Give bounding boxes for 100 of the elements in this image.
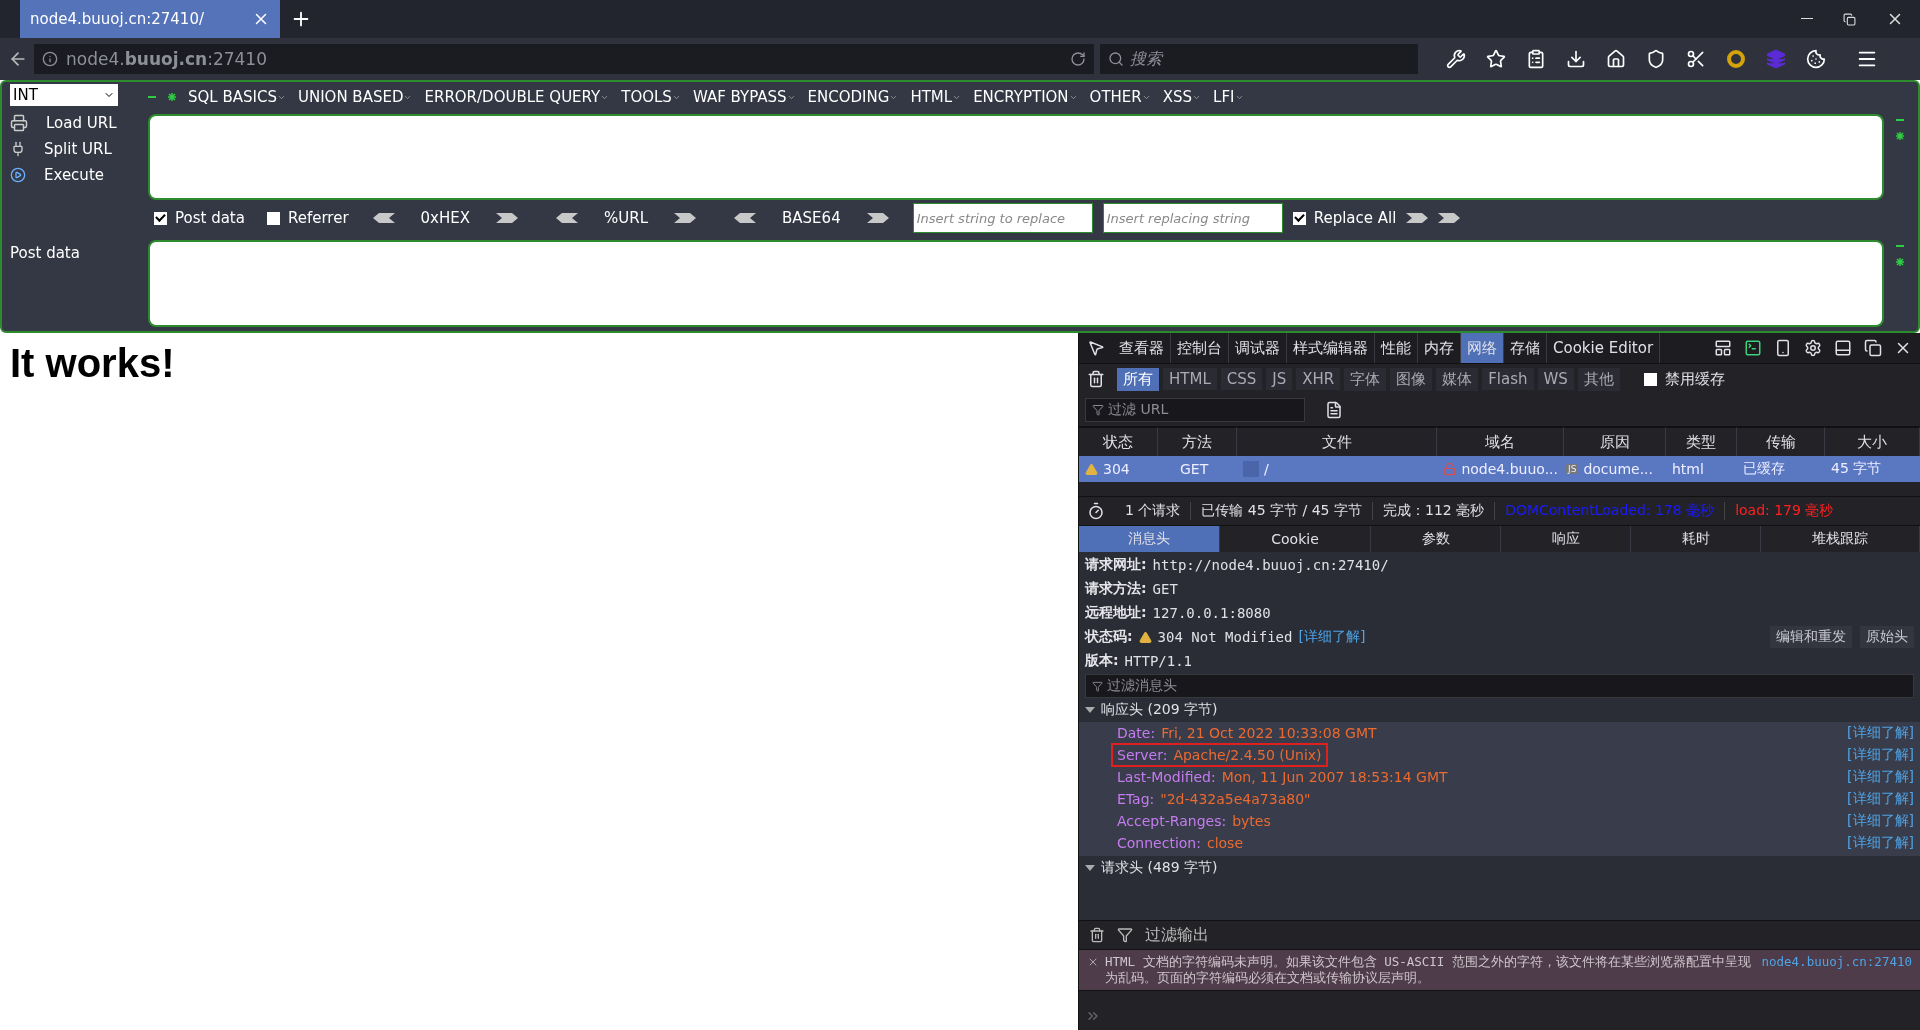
- column-header[interactable]: 方法: [1158, 427, 1237, 456]
- trash-icon[interactable]: [1089, 927, 1105, 943]
- hackbar-menu[interactable]: OTHER: [1089, 88, 1151, 106]
- scissors-icon[interactable]: [1686, 49, 1706, 69]
- type-filter[interactable]: XHR: [1296, 368, 1341, 390]
- header-filter-field[interactable]: 过滤消息头: [1085, 674, 1914, 698]
- column-header[interactable]: 状态: [1079, 427, 1158, 456]
- star-icon[interactable]: [1486, 49, 1506, 69]
- source-link[interactable]: node4.buuoj.cn:27410: [1761, 954, 1912, 986]
- section-title[interactable]: 请求头 (489 字节): [1101, 859, 1218, 877]
- cookie-icon[interactable]: [1806, 49, 1826, 69]
- checkbox[interactable]: [1292, 211, 1306, 225]
- action-link[interactable]: Split URL: [44, 140, 112, 158]
- right-arrow-icon[interactable]: [674, 213, 697, 223]
- learn-more-link[interactable]: [详细了解]: [1847, 790, 1914, 808]
- info-icon[interactable]: [42, 51, 58, 67]
- restore-icon[interactable]: [1843, 12, 1856, 26]
- right-arrow-icon[interactable]: [1406, 213, 1429, 223]
- detail-tab[interactable]: 消息头: [1079, 526, 1220, 552]
- window-icon[interactable]: [1864, 339, 1882, 357]
- minus-icon[interactable]: [1896, 116, 1904, 124]
- left-arrow-icon[interactable]: [734, 213, 757, 223]
- column-header[interactable]: 文件: [1237, 427, 1437, 456]
- learn-more-link[interactable]: [详细了解]: [1847, 768, 1914, 786]
- console-filter-label[interactable]: 过滤输出: [1145, 924, 1209, 946]
- type-filter[interactable]: 其他: [1577, 367, 1620, 391]
- asterisk-icon[interactable]: [1896, 258, 1904, 266]
- shield-icon[interactable]: [1646, 49, 1666, 69]
- right-arrow-icon[interactable]: [866, 213, 889, 223]
- expand-triangle-icon[interactable]: [1085, 706, 1095, 714]
- post-data-textarea[interactable]: [148, 240, 1884, 327]
- home-icon[interactable]: [1606, 49, 1626, 69]
- learn-more-link[interactable]: [详细了解]: [1298, 628, 1366, 646]
- devtools-tab[interactable]: 存储: [1504, 333, 1547, 363]
- document-icon[interactable]: [1325, 401, 1343, 419]
- minus-icon[interactable]: [148, 93, 156, 101]
- address-field[interactable]: node4.buuoj.cn:27410: [34, 44, 1094, 74]
- column-header[interactable]: 大小: [1825, 427, 1920, 456]
- type-filter[interactable]: 字体: [1344, 367, 1387, 391]
- type-filter[interactable]: HTML: [1163, 368, 1217, 390]
- devtools-tab[interactable]: Cookie Editor: [1547, 333, 1661, 363]
- action-link[interactable]: Load URL: [46, 114, 117, 132]
- checkbox[interactable]: [154, 211, 167, 225]
- type-filter[interactable]: JS: [1266, 368, 1293, 390]
- devtools-tab[interactable]: 控制台: [1171, 333, 1229, 363]
- hackbar-menu[interactable]: ERROR/DOUBLE QUERY: [424, 88, 610, 106]
- terminal-icon[interactable]: [1744, 339, 1762, 357]
- hackbar-menu[interactable]: ENCRYPTION: [973, 88, 1078, 106]
- column-header[interactable]: 类型: [1666, 427, 1737, 456]
- right-arrow-icon[interactable]: [496, 213, 519, 223]
- wrench-icon[interactable]: [1446, 49, 1466, 69]
- download-icon[interactable]: [1566, 49, 1586, 69]
- hackbar-menu[interactable]: UNION BASED: [297, 88, 413, 106]
- header-button[interactable]: 原始头: [1860, 626, 1914, 648]
- replacing-input[interactable]: Insert replacing string: [1102, 203, 1283, 233]
- trash-icon[interactable]: [1087, 370, 1105, 388]
- phone-icon[interactable]: [1774, 339, 1792, 357]
- reload-icon[interactable]: [1070, 51, 1086, 67]
- type-filter[interactable]: 所有: [1117, 367, 1159, 391]
- type-filter[interactable]: 图像: [1390, 367, 1433, 391]
- replace-input[interactable]: Insert string to replace: [912, 203, 1093, 233]
- request-row[interactable]: 304 GET / node4.buuo... JS docume... html 已缓存 45 字节: [1079, 456, 1920, 482]
- clipboard-icon[interactable]: [1526, 49, 1546, 69]
- asterisk-icon[interactable]: [168, 93, 176, 101]
- expand-triangle-icon[interactable]: [1085, 864, 1095, 872]
- section-title[interactable]: 响应头 (209 字节): [1101, 701, 1218, 719]
- type-filter[interactable]: 媒体: [1436, 367, 1479, 391]
- type-filter[interactable]: WS: [1537, 368, 1574, 390]
- hackbar-menu[interactable]: ENCODING: [807, 88, 899, 106]
- header-button[interactable]: 编辑和重发: [1770, 626, 1852, 648]
- column-header[interactable]: 原因: [1564, 427, 1666, 456]
- devtools-tab[interactable]: 网络: [1461, 333, 1504, 363]
- learn-more-link[interactable]: [详细了解]: [1847, 746, 1914, 764]
- column-header[interactable]: 传输: [1737, 427, 1825, 456]
- search-field[interactable]: 搜索: [1100, 44, 1418, 74]
- pick-element-icon[interactable]: [1087, 339, 1105, 357]
- type-filter[interactable]: Flash: [1482, 368, 1534, 390]
- minimize-icon[interactable]: [1801, 18, 1813, 20]
- column-header[interactable]: 域名: [1437, 427, 1564, 456]
- settings-icon[interactable]: [1804, 339, 1822, 357]
- devtools-tab[interactable]: 性能: [1375, 333, 1418, 363]
- url-textarea[interactable]: [148, 114, 1884, 200]
- hackbar-menu[interactable]: HTML: [910, 88, 962, 106]
- devtools-tab[interactable]: 查看器: [1113, 333, 1171, 363]
- learn-more-link[interactable]: [详细了解]: [1847, 724, 1914, 742]
- learn-more-link[interactable]: [详细了解]: [1847, 834, 1914, 852]
- hackbar-menu[interactable]: SQL BASICS: [188, 88, 286, 106]
- action-link[interactable]: Execute: [44, 166, 104, 184]
- left-arrow-icon[interactable]: [372, 213, 395, 223]
- type-filter[interactable]: CSS: [1220, 368, 1263, 390]
- checkbox[interactable]: [1643, 372, 1657, 386]
- url-filter-field[interactable]: 过滤 URL: [1085, 398, 1305, 422]
- devtools-tab[interactable]: 调试器: [1229, 333, 1287, 363]
- hackbar-menu[interactable]: LFI: [1213, 88, 1244, 106]
- right-arrow-icon[interactable]: [1438, 213, 1461, 223]
- hackbar-menu[interactable]: TOOLS: [621, 88, 681, 106]
- left-arrow-icon[interactable]: [556, 213, 579, 223]
- minus-icon[interactable]: [1896, 242, 1904, 250]
- timer-icon[interactable]: [1087, 502, 1105, 520]
- hackbar-menu[interactable]: XSS: [1162, 88, 1202, 106]
